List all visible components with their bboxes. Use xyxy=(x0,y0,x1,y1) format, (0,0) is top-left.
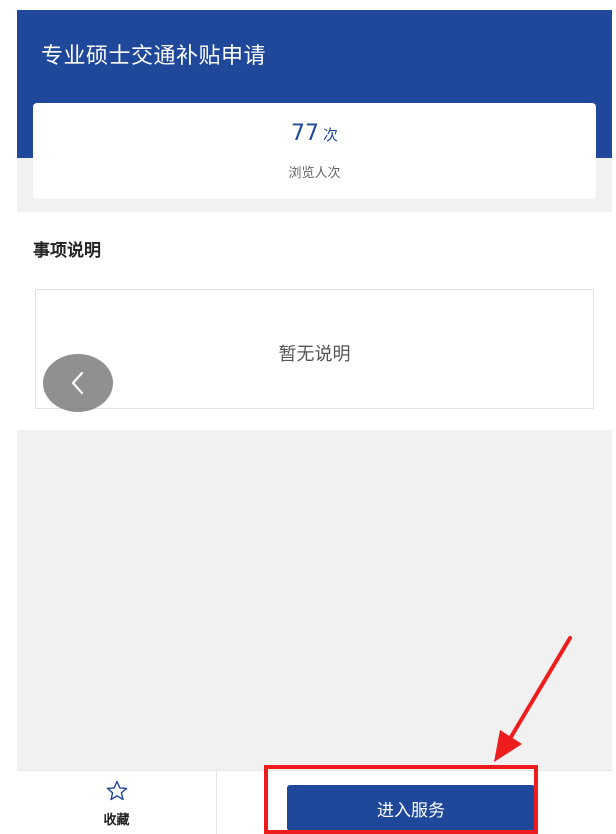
stats-card: 77 次 浏览人次 xyxy=(33,103,596,199)
view-count-value: 77 xyxy=(290,121,319,146)
view-count-unit: 次 xyxy=(322,126,338,144)
view-count: 77 次 xyxy=(33,121,596,146)
star-outline-icon xyxy=(106,780,128,801)
favorite-button[interactable]: 收藏 xyxy=(17,771,217,834)
favorite-label: 收藏 xyxy=(103,813,130,828)
description-box: 暂无说明 xyxy=(35,289,594,409)
description-text: 暂无说明 xyxy=(278,344,351,365)
enter-service-button[interactable]: 进入服务 xyxy=(287,785,535,831)
view-count-label: 浏览人次 xyxy=(288,166,341,181)
bottom-bar: 收藏 进入服务 xyxy=(17,770,612,834)
mobile-screen: 专业硕士交通补贴申请 77 次 浏览人次 事项说明 暂无说明 收藏 进入服务 xyxy=(17,10,612,834)
section-title: 事项说明 xyxy=(33,241,101,261)
chevron-left-icon xyxy=(71,371,84,395)
page-title: 专业硕士交通补贴申请 xyxy=(41,44,267,69)
back-button[interactable] xyxy=(43,354,113,412)
